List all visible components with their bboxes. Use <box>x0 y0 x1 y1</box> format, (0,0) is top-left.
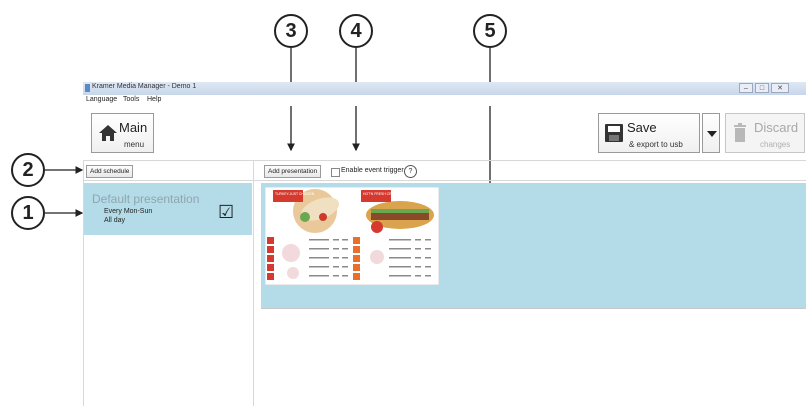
menu-tools[interactable]: Tools <box>123 96 139 103</box>
panel-divider <box>253 161 254 406</box>
chevron-down-icon <box>707 131 717 137</box>
trash-icon <box>734 123 746 142</box>
floppy-disk-icon <box>605 124 623 142</box>
schedule-item-title: Default presentation <box>92 192 200 206</box>
event-trigger-label: Enable event trigger <box>341 167 404 174</box>
minimize-button[interactable]: – <box>739 83 753 93</box>
main-menu-sublabel: menu <box>124 140 145 149</box>
svg-text:TURKEY-JUST CHICKEN: TURKEY-JUST CHICKEN <box>275 192 315 196</box>
maximize-button[interactable]: □ <box>755 83 769 93</box>
app-icon <box>85 84 90 92</box>
schedule-item-time: All day <box>104 217 126 224</box>
help-icon[interactable]: ? <box>404 165 417 178</box>
actionbar-divider <box>83 180 806 181</box>
add-schedule-button[interactable]: Add schedule <box>86 165 134 178</box>
event-trigger-checkbox[interactable] <box>331 168 340 177</box>
window-titlebar: Kramer Media Manager - Demo 1 – □ ✕ <box>83 82 806 95</box>
save-label: Save <box>627 120 657 135</box>
menu-language[interactable]: Language <box>86 96 117 103</box>
save-export-button[interactable]: Save & export to usb <box>598 113 700 153</box>
main-menu-button[interactable]: Main menu <box>91 113 154 153</box>
window-title: Kramer Media Manager - Demo 1 <box>92 83 197 90</box>
discard-label: Discard <box>754 120 799 135</box>
discard-sublabel: changes <box>760 140 791 149</box>
svg-text:HOT'N FRESH CROISSANT: HOT'N FRESH CROISSANT <box>363 192 406 196</box>
schedule-item-days: Every Mon-Sun <box>104 208 153 215</box>
home-icon <box>99 125 117 141</box>
discard-changes-button[interactable]: Discard changes <box>725 113 805 153</box>
menu-bar: Language Tools Help <box>83 95 806 106</box>
close-button[interactable]: ✕ <box>771 83 789 93</box>
toolbar-divider <box>83 160 806 161</box>
presentation-area-bottom-border <box>261 308 806 309</box>
menu-help[interactable]: Help <box>147 96 161 103</box>
add-presentation-button[interactable]: Add presentation <box>264 165 322 178</box>
save-options-dropdown[interactable] <box>702 113 720 153</box>
save-sublabel: & export to usb <box>629 140 683 149</box>
main-menu-label: Main <box>119 120 148 135</box>
presentation-thumbnail[interactable]: TURKEY-JUST CHICKEN HOT'N FRESH CROISSAN… <box>265 187 439 285</box>
schedule-active-checkbox[interactable]: ☑ <box>218 203 234 221</box>
schedule-item[interactable]: Default presentation Every Mon-Sun All d… <box>84 183 252 235</box>
